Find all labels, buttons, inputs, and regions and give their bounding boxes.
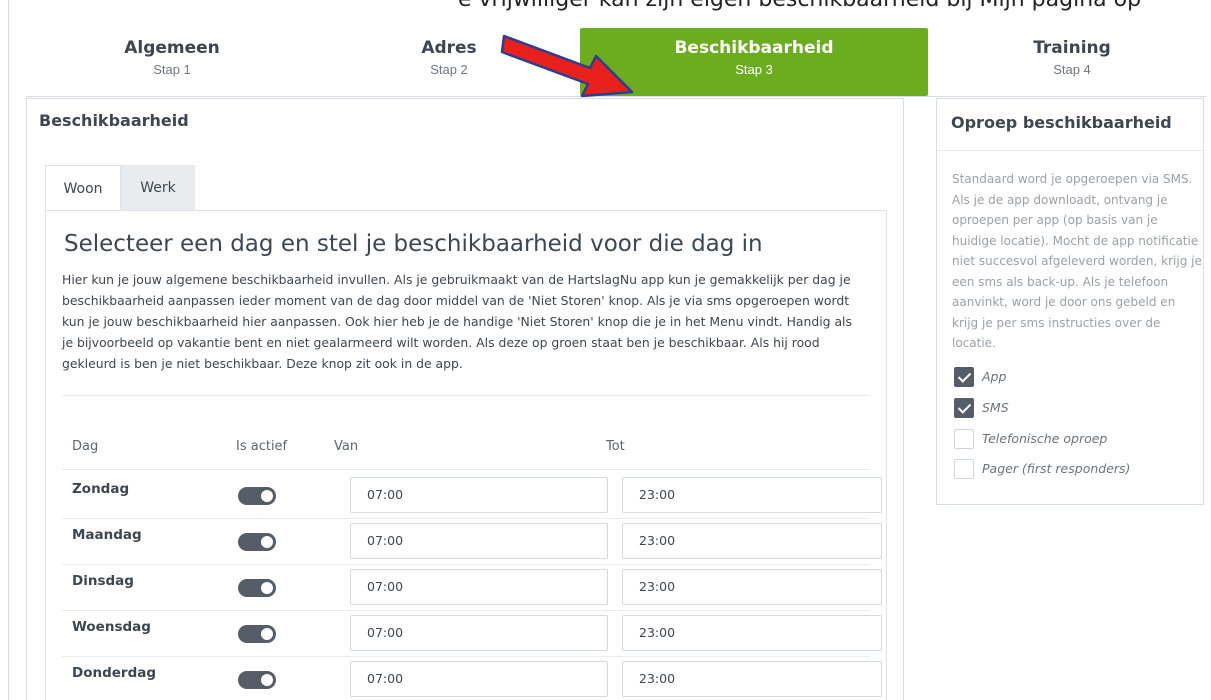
to-time-input[interactable]: 23:00 xyxy=(622,523,882,559)
option-label: SMS xyxy=(982,400,1009,415)
toggle-knob xyxy=(261,536,273,548)
availability-panel: Beschikbaarheid Woon Werk Selecteer een … xyxy=(26,98,904,700)
to-time-input[interactable]: 23:00 xyxy=(622,615,882,651)
option-label: Pager (first responders) xyxy=(982,461,1131,476)
to-time-input[interactable]: 23:00 xyxy=(622,569,882,605)
day-label: Maandag xyxy=(72,527,142,543)
table-row: Dinsdag 07:00 23:00 xyxy=(62,565,882,611)
toggle-knob xyxy=(261,490,273,502)
to-time-input[interactable]: 23:00 xyxy=(622,477,882,513)
step-algemeen[interactable]: Algemeen Stap 1 xyxy=(26,28,318,96)
step-subtitle: Stap 1 xyxy=(153,62,191,77)
column-header-van: Van xyxy=(334,439,359,454)
column-header-actief: Is actief xyxy=(236,439,288,454)
annotation-arrow-icon xyxy=(500,34,634,98)
tab-label: Werk xyxy=(140,180,176,196)
from-time-input[interactable]: 07:00 xyxy=(350,523,608,559)
active-toggle[interactable] xyxy=(238,579,276,597)
day-label: Donderdag xyxy=(72,665,157,681)
option-label: App xyxy=(982,369,1007,384)
table-row: Donderdag 07:00 23:00 xyxy=(62,657,882,700)
from-time-input[interactable]: 07:00 xyxy=(350,661,608,697)
to-time-input[interactable]: 23:00 xyxy=(622,661,882,697)
toggle-knob xyxy=(261,582,273,594)
tab-label: Woon xyxy=(63,181,103,197)
page-left-border xyxy=(8,0,9,700)
active-toggle[interactable] xyxy=(238,533,276,551)
table-row: Maandag 07:00 23:00 xyxy=(62,519,882,565)
active-toggle[interactable] xyxy=(238,625,276,643)
day-label: Dinsdag xyxy=(72,573,134,589)
top-caption-text: e vrijwilliger kan zijn eigen beschikbaa… xyxy=(458,0,1141,12)
call-availability-panel: Oproep beschikbaarheid Standaard word je… xyxy=(936,98,1204,505)
divider xyxy=(937,150,1203,151)
side-panel-description: Standaard word je opgeroepen via SMS. Al… xyxy=(952,172,1202,350)
step-training[interactable]: Training Stap 4 xyxy=(938,28,1206,96)
step-title: Training xyxy=(1033,38,1111,58)
option-label: Telefonische oproep xyxy=(982,431,1108,446)
step-title: Algemeen xyxy=(124,38,220,58)
divider xyxy=(62,395,870,396)
tab-werk[interactable]: Werk xyxy=(121,165,195,211)
column-header-dag: Dag xyxy=(72,439,99,454)
tab-content: Selecteer een dag en stel je beschikbaar… xyxy=(45,210,887,700)
section-description: Hier kun je jouw algemene beschikbaarhei… xyxy=(62,272,852,371)
step-subtitle: Stap 4 xyxy=(1053,62,1091,77)
tab-woon[interactable]: Woon xyxy=(45,165,121,211)
checkbox-telefonische-oproep[interactable] xyxy=(954,429,974,449)
from-time-input[interactable]: 07:00 xyxy=(350,615,608,651)
active-toggle[interactable] xyxy=(238,671,276,689)
table-header-divider xyxy=(62,469,870,470)
toggle-knob xyxy=(261,628,273,640)
checkbox-app[interactable] xyxy=(954,367,974,387)
checkbox-sms[interactable] xyxy=(954,398,974,418)
day-label: Zondag xyxy=(72,481,130,497)
panel-title: Beschikbaarheid xyxy=(39,111,189,130)
day-label: Woensdag xyxy=(72,619,151,635)
table-row: Zondag 07:00 23:00 xyxy=(62,473,882,519)
from-time-input[interactable]: 07:00 xyxy=(350,569,608,605)
checkbox-pager[interactable] xyxy=(954,459,974,479)
toggle-knob xyxy=(261,674,273,686)
section-heading: Selecteer een dag en stel je beschikbaar… xyxy=(64,231,763,257)
active-toggle[interactable] xyxy=(238,487,276,505)
from-time-input[interactable]: 07:00 xyxy=(350,477,608,513)
column-header-tot: Tot xyxy=(606,439,625,454)
table-row: Woensdag 07:00 23:00 xyxy=(62,611,882,657)
side-panel-title: Oproep beschikbaarheid xyxy=(951,113,1172,132)
